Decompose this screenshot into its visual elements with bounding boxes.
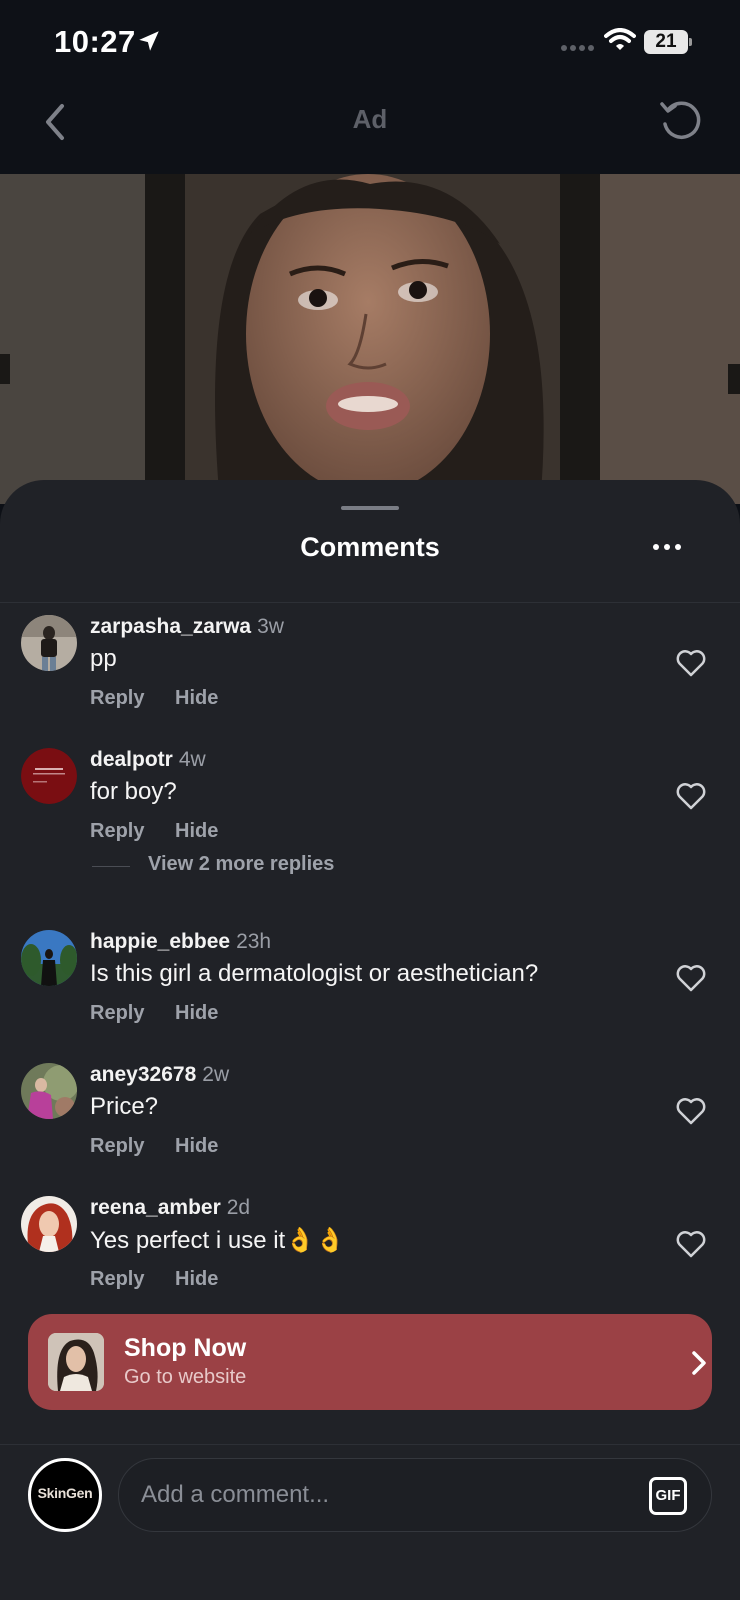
reply-button[interactable]: Reply <box>90 1002 144 1025</box>
heart-icon[interactable] <box>676 782 706 810</box>
wifi-icon <box>604 28 636 50</box>
comment-item: aney32678 2w Price? Reply Hide <box>0 1063 740 1183</box>
comment-time: 2d <box>226 1196 251 1219</box>
comment-time: 3w <box>257 615 284 638</box>
hide-button[interactable]: Hide <box>175 1268 218 1291</box>
shop-now-subtitle: Go to website <box>124 1366 247 1388</box>
comment-text: Is this girl a dermatologist or aestheti… <box>90 960 539 987</box>
battery-level: 21 <box>655 31 677 52</box>
divider <box>0 1444 740 1445</box>
hide-button[interactable]: Hide <box>175 1002 218 1025</box>
comment-item: zarpasha_zarwa 3w pp Reply Hide <box>0 615 740 735</box>
signal-icon <box>561 45 594 51</box>
heart-icon[interactable] <box>676 1230 706 1258</box>
chevron-right-icon <box>692 1351 706 1375</box>
comment-item: happie_ebbee 23h Is this girl a dermatolo… <box>0 930 740 1050</box>
gif-icon[interactable]: GIF <box>649 1477 687 1515</box>
avatar[interactable] <box>21 1196 77 1252</box>
avatar[interactable] <box>21 1063 77 1119</box>
status-time: 10:27 <box>54 24 136 59</box>
comment-input[interactable]: Add a comment... GIF <box>118 1458 712 1532</box>
comment-item: reena_amber 2d Yes perfect i use it👌👌 Rep… <box>0 1196 740 1316</box>
heart-icon[interactable] <box>676 964 706 992</box>
comment-text: Price? <box>90 1093 159 1120</box>
heart-icon[interactable] <box>676 1097 706 1125</box>
view-more-replies[interactable]: View 2 more replies <box>92 851 492 881</box>
reply-button[interactable]: Reply <box>90 687 144 710</box>
comment-text: Yes perfect i use it👌👌 <box>90 1227 345 1254</box>
comment-username[interactable]: reena_amber 2d <box>90 1196 250 1220</box>
ad-video-frame <box>0 174 740 504</box>
avatar[interactable] <box>21 748 77 804</box>
comment-username[interactable]: happie_ebbee 23h <box>90 930 271 954</box>
comments-sheet: Comments zarpasha_zarwa3w pp Reply Hide <box>0 480 740 1600</box>
comment-time: 23h <box>236 930 272 953</box>
top-nav: Ad <box>0 82 740 174</box>
comment-time: 2w <box>202 1063 230 1086</box>
shop-now-title: Shop Now <box>124 1334 247 1362</box>
comment-username[interactable]: zarpasha_zarwa 3w <box>90 615 284 639</box>
divider <box>0 602 740 603</box>
status-bar: 10:27 21 <box>0 0 740 82</box>
sheet-title: Comments <box>300 532 440 562</box>
comment-username[interactable]: aney32678 2w <box>90 1063 229 1087</box>
heart-icon[interactable] <box>676 649 706 677</box>
current-user-avatar[interactable]: SkinGen <box>28 1458 102 1532</box>
avatar[interactable] <box>21 615 77 671</box>
hide-button[interactable]: Hide <box>175 820 218 843</box>
more-icon[interactable] <box>652 542 682 552</box>
page-title: Ad <box>352 104 388 134</box>
battery-indicator: 21 <box>644 30 692 54</box>
ad-video[interactable] <box>0 174 740 504</box>
sheet-grabber[interactable] <box>341 506 399 510</box>
hide-button[interactable]: Hide <box>175 1135 218 1158</box>
reply-button[interactable]: Reply <box>90 1268 144 1291</box>
comment-text: for boy? <box>90 778 177 805</box>
divider <box>92 866 130 867</box>
reply-button[interactable]: Reply <box>90 820 144 843</box>
avatar-brand-text: SkinGen <box>37 1485 93 1501</box>
gif-label: GIF <box>655 1487 681 1504</box>
comment-username[interactable]: dealpotr 4w <box>90 748 206 772</box>
comment-input-placeholder: Add a comment... <box>141 1481 330 1508</box>
hide-button[interactable]: Hide <box>175 687 218 710</box>
reply-button[interactable]: Reply <box>90 1135 144 1158</box>
view-more-replies-label: View 2 more replies <box>148 853 335 875</box>
comment-text: pp <box>90 645 117 672</box>
comment-item: dealpotr 4w for boy? Reply Hide <box>0 748 740 868</box>
avatar[interactable] <box>21 930 77 986</box>
shop-thumbnail <box>48 1333 104 1391</box>
refresh-icon[interactable] <box>658 98 704 144</box>
location-arrow-icon <box>139 31 159 51</box>
comment-time: 4w <box>178 748 206 771</box>
shop-now-button[interactable]: Shop Now Go to website <box>28 1314 712 1410</box>
